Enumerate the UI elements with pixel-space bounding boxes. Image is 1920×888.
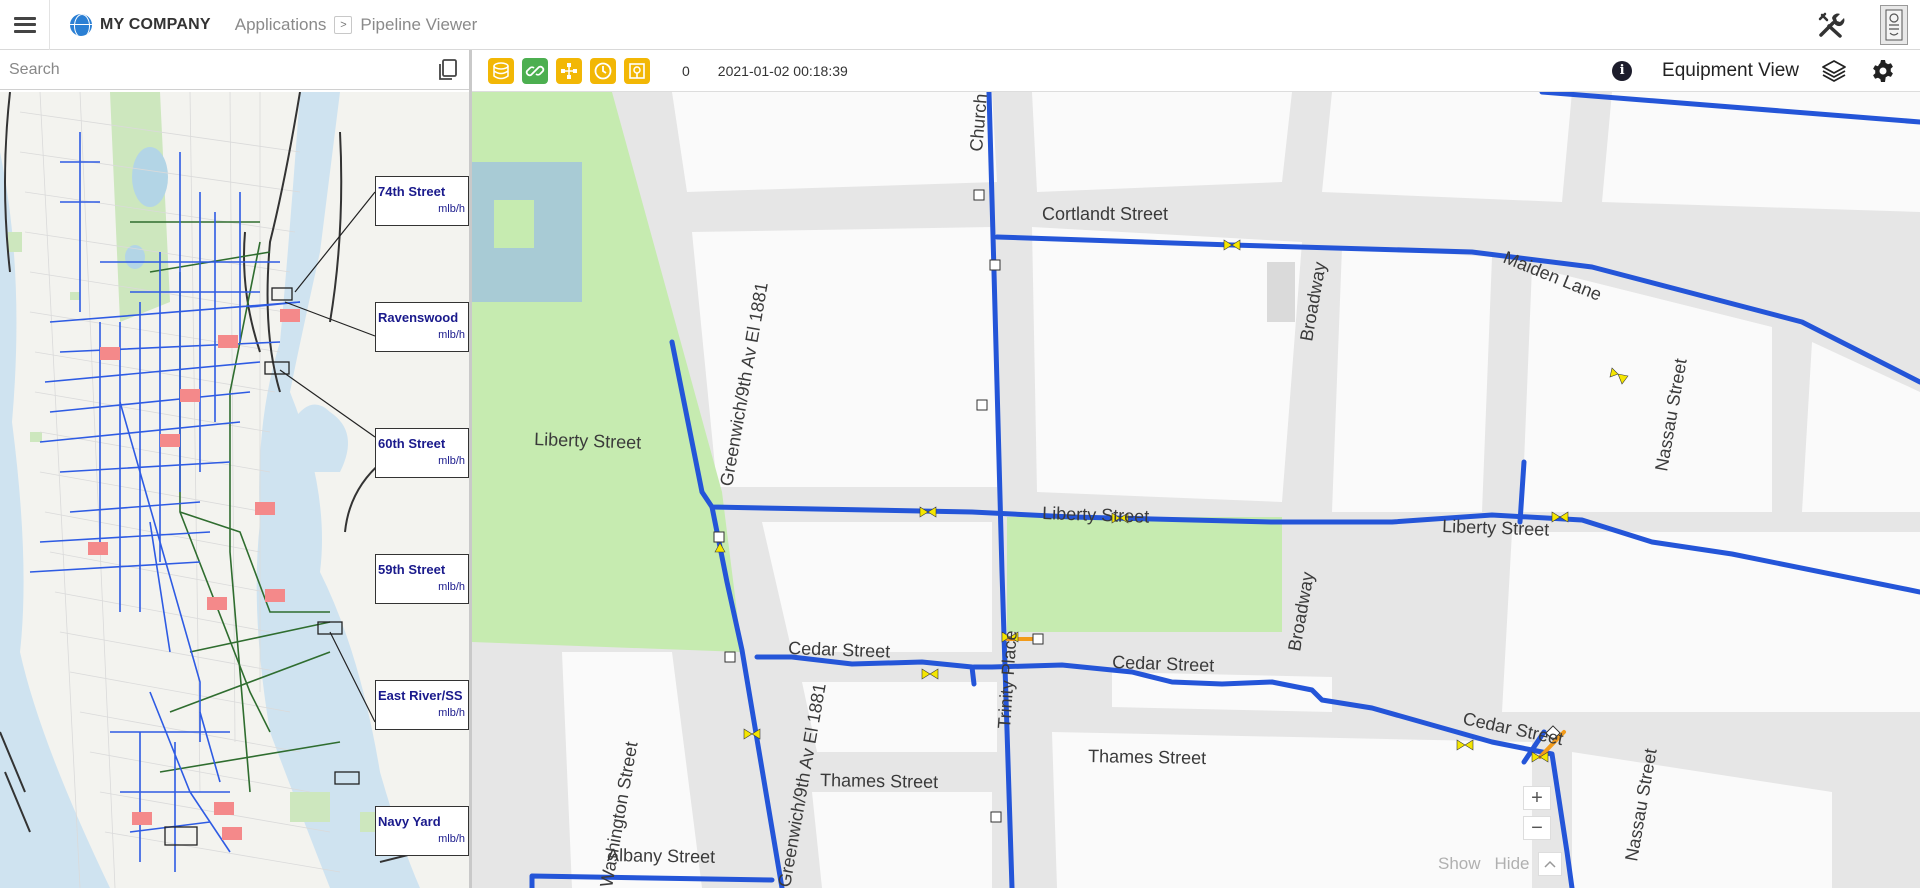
globe-icon <box>70 13 92 36</box>
show-hide-toggle: Show Hide <box>1438 852 1562 876</box>
event-count: 0 <box>682 62 690 79</box>
network-icon <box>561 62 577 79</box>
info-icon[interactable]: i <box>1612 60 1633 81</box>
map-toolbar: 0 2021-01-02 00:18:39 i Equipment View <box>472 50 1920 92</box>
station-name: 60th Street <box>378 436 446 451</box>
station-unit: mlb/h <box>438 833 465 845</box>
hamburger-menu-button[interactable] <box>0 0 50 50</box>
network-button[interactable] <box>556 57 582 84</box>
left-panel: 74th Street mlb/h Ravenswood mlb/h 60th … <box>0 50 472 888</box>
station-box-59th-street[interactable]: 59th Street mlb/h <box>375 554 469 604</box>
station-unit: mlb/h <box>438 707 465 719</box>
station-unit: mlb/h <box>438 329 465 341</box>
meter-button[interactable] <box>624 57 650 84</box>
view-selector[interactable]: Equipment View <box>1662 60 1799 82</box>
station-box-navy-yard[interactable]: Navy Yard mlb/h <box>375 806 469 856</box>
breadcrumb-separator-icon: > <box>334 15 353 34</box>
label-liberty-mid: Liberty Street <box>1042 503 1150 527</box>
search-bar <box>0 50 469 90</box>
tools-icon[interactable] <box>1816 10 1846 40</box>
gear-icon[interactable] <box>1871 59 1895 83</box>
station-box-74th-street[interactable]: 74th Street mlb/h <box>375 176 469 226</box>
database-icon <box>493 61 509 79</box>
label-cortlandt: Cortlandt Street <box>1042 204 1168 224</box>
station-name: Ravenswood <box>378 310 459 325</box>
top-bar: MY COMPANY Applications > Pipeline Viewe… <box>0 0 1920 50</box>
copy-icon[interactable] <box>437 58 459 82</box>
link-icon <box>525 65 545 76</box>
station-box-east-river[interactable]: East River/SS mlb/h <box>375 680 469 730</box>
show-button[interactable]: Show <box>1438 854 1481 874</box>
history-button[interactable] <box>590 57 616 84</box>
chevron-up-icon[interactable] <box>1537 852 1562 876</box>
avatar[interactable] <box>1880 4 1908 45</box>
menu-icon <box>13 16 36 33</box>
overview-map[interactable]: 74th Street mlb/h Ravenswood mlb/h 60th … <box>0 92 469 888</box>
station-name: 59th Street <box>378 562 446 577</box>
station-unit: mlb/h <box>438 455 465 467</box>
breadcrumb-current: Pipeline Viewer <box>360 14 478 34</box>
timestamp: 2021-01-02 00:18:39 <box>717 62 848 79</box>
breadcrumb-applications[interactable]: Applications <box>235 15 327 35</box>
search-input[interactable] <box>0 60 420 79</box>
label-thames-right: Thames Street <box>1088 746 1206 768</box>
label-cedar-left: Cedar Street <box>788 638 891 662</box>
link-button[interactable] <box>522 57 548 84</box>
station-name: 74th Street <box>378 184 446 199</box>
breadcrumb: Applications > Pipeline Viewer <box>235 14 478 35</box>
brand-name: MY COMPANY <box>100 15 211 33</box>
pipeline-layer-button[interactable] <box>488 57 514 84</box>
layers-icon[interactable] <box>1821 58 1847 84</box>
brand[interactable]: MY COMPANY <box>70 13 211 36</box>
hide-button[interactable]: Hide <box>1495 854 1530 874</box>
zoom-in-button[interactable]: + <box>1523 786 1551 810</box>
station-box-60th-street[interactable]: 60th Street mlb/h <box>375 428 469 478</box>
main-map-canvas: Cortlandt Street Maiden Lane Broadway Br… <box>472 92 1920 888</box>
label-thames-left: Thames Street <box>820 770 938 792</box>
label-cedar-mid: Cedar Street <box>1112 652 1215 676</box>
station-box-ravenswood[interactable]: Ravenswood mlb/h <box>375 302 469 352</box>
station-unit: mlb/h <box>438 203 465 215</box>
station-name: East River/SS <box>378 688 463 703</box>
label-liberty-park: Liberty Street <box>534 429 642 453</box>
main-map[interactable]: Cortlandt Street Maiden Lane Broadway Br… <box>472 92 1920 888</box>
clock-icon <box>594 62 612 79</box>
crest-icon <box>1885 9 1903 40</box>
station-unit: mlb/h <box>438 581 465 593</box>
station-name: Navy Yard <box>378 814 441 829</box>
label-albany: Albany Street <box>607 845 715 867</box>
label-liberty-right: Liberty Street <box>1442 516 1550 540</box>
meter-icon <box>629 62 645 79</box>
zoom-out-button[interactable]: − <box>1523 816 1551 840</box>
